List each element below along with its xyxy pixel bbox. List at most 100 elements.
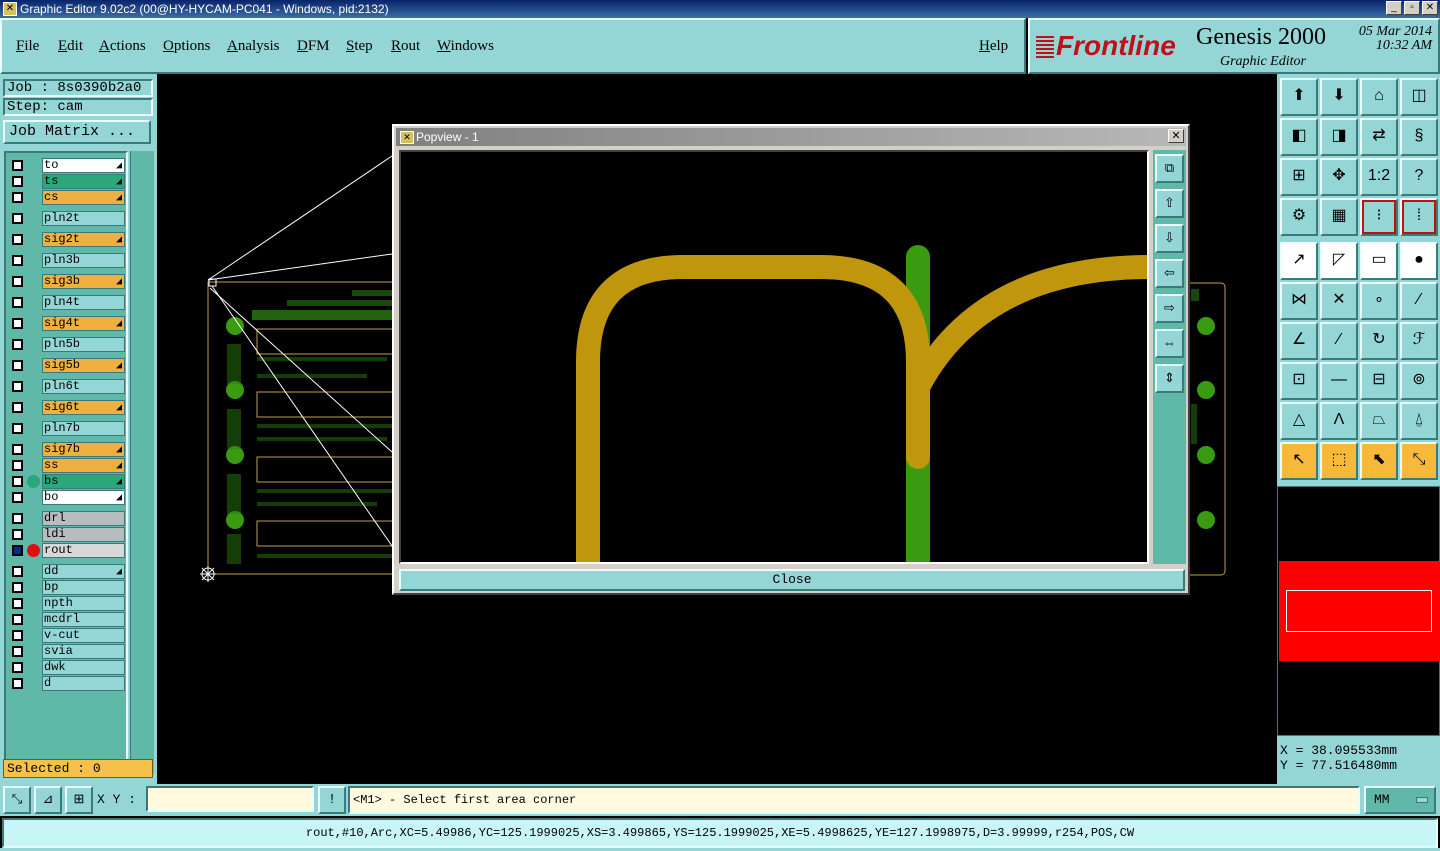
layer-checkbox[interactable]: [12, 381, 23, 392]
popview-title-bar[interactable]: ✕ Popview - 1: [396, 128, 1186, 146]
layer-row[interactable]: dwk: [8, 660, 126, 675]
layer-checkbox[interactable]: [12, 545, 23, 556]
trapezoid-icon[interactable]: ⏢: [1360, 402, 1398, 440]
layer-menu-icon[interactable]: ◢: [116, 444, 122, 457]
layer-checkbox[interactable]: [12, 529, 23, 540]
layer-menu-icon[interactable]: ◢: [116, 234, 122, 247]
layer-name[interactable]: drl: [42, 511, 125, 526]
snap-grid-icon[interactable]: ⊞: [65, 786, 93, 814]
layer-name[interactable]: pln3b: [42, 253, 125, 268]
info-icon[interactable]: ◸: [1320, 242, 1358, 280]
xy-input[interactable]: [146, 786, 314, 812]
zoom-fit-icon[interactable]: ⊞: [1280, 158, 1318, 196]
ratio-icon[interactable]: 1:2: [1360, 158, 1398, 196]
layer-name[interactable]: ldi: [42, 527, 125, 542]
pointed-icon[interactable]: Λ: [1320, 402, 1358, 440]
popview-zoom-out-icon[interactable]: ⇩: [1155, 224, 1184, 253]
select-path-icon[interactable]: ⤡: [1400, 442, 1438, 480]
layer-row[interactable]: pln3b: [8, 253, 126, 268]
select-area-icon[interactable]: ⬉: [1360, 442, 1398, 480]
layer-row[interactable]: pln5b: [8, 337, 126, 352]
menu-windows[interactable]: Windows: [437, 38, 494, 55]
layer-checkbox[interactable]: [12, 566, 23, 577]
layer-row[interactable]: bo ◢: [8, 490, 126, 505]
layer-name[interactable]: dwk: [42, 660, 125, 675]
layer-row[interactable]: cs ◢: [8, 190, 126, 205]
layer-row[interactable]: ss ◢: [8, 458, 126, 473]
popview-zoom-window-icon[interactable]: ⧉: [1155, 154, 1184, 183]
maximize-button[interactable]: ▫: [1404, 1, 1420, 15]
layer-checkbox[interactable]: [12, 318, 23, 329]
layer-row[interactable]: sig7b ◢: [8, 442, 126, 457]
layer-name[interactable]: npth: [42, 596, 125, 611]
layer-menu-icon[interactable]: ◢: [116, 276, 122, 289]
select-pointer-icon[interactable]: ↖: [1280, 442, 1318, 480]
strike-icon[interactable]: ⍙: [1400, 402, 1438, 440]
layer-name[interactable]: pln5b: [42, 337, 125, 352]
popview-close-button[interactable]: Close: [399, 569, 1185, 591]
snap-icon[interactable]: ⁞: [1400, 198, 1438, 236]
cut-icon[interactable]: ✕: [1320, 282, 1358, 320]
grid-icon[interactable]: ▦: [1320, 198, 1358, 236]
layer-row[interactable]: sig5b ◢: [8, 358, 126, 373]
layer-menu-icon[interactable]: ◢: [116, 160, 122, 173]
layer-name[interactable]: sig5b ◢: [42, 358, 125, 373]
layer-name[interactable]: dd ◢: [42, 564, 125, 579]
menu-actions[interactable]: Actions: [99, 38, 146, 55]
overview-view-frame[interactable]: [1286, 590, 1432, 632]
layer-row[interactable]: drl: [8, 511, 126, 526]
popview-zoom-in-icon[interactable]: ⇧: [1155, 189, 1184, 218]
layer-menu-icon[interactable]: ◢: [116, 476, 122, 489]
layer-checkbox[interactable]: [12, 646, 23, 657]
menu-options[interactable]: Options: [163, 38, 211, 55]
layer-checkbox[interactable]: [12, 492, 23, 503]
layer-menu-icon[interactable]: ◢: [116, 460, 122, 473]
popview-close-icon[interactable]: ✕: [1168, 129, 1184, 143]
units-select[interactable]: MM: [1364, 786, 1436, 814]
layer-row[interactable]: sig6t ◢: [8, 400, 126, 415]
popview-canvas[interactable]: [399, 150, 1149, 564]
triangle-icon[interactable]: △: [1280, 402, 1318, 440]
layer-menu-icon[interactable]: ◢: [116, 360, 122, 373]
zoom-all-icon[interactable]: ✥: [1320, 158, 1358, 196]
layer-name[interactable]: sig2t ◢: [42, 232, 125, 247]
popview-fit-horizontal-icon[interactable]: ⇔: [1155, 329, 1184, 358]
layer-checkbox[interactable]: [12, 402, 23, 413]
layer-checkbox[interactable]: [12, 176, 23, 187]
popview-pan-right-icon[interactable]: ⇨: [1155, 294, 1184, 323]
close-window-button[interactable]: ✕: [1422, 1, 1438, 15]
ruler-icon[interactable]: ▭: [1360, 242, 1398, 280]
layer-checkbox[interactable]: [12, 662, 23, 673]
layer-checkbox[interactable]: [12, 297, 23, 308]
layer-checkbox[interactable]: [12, 614, 23, 625]
layer-row[interactable]: sig3b ◢: [8, 274, 126, 289]
layer-name[interactable]: ts ◢: [42, 174, 125, 189]
layer-name[interactable]: pln6t: [42, 379, 125, 394]
layer-menu-icon[interactable]: ◢: [116, 402, 122, 415]
minimize-button[interactable]: _: [1386, 1, 1402, 15]
layer-menu-icon[interactable]: ◢: [116, 176, 122, 189]
menu-file[interactable]: File: [16, 38, 39, 55]
layer-name[interactable]: mcdrl: [42, 612, 125, 627]
feature-icon[interactable]: ●: [1400, 242, 1438, 280]
layer-row[interactable]: npth: [8, 596, 126, 611]
add-pad-icon[interactable]: ∘: [1360, 282, 1398, 320]
layer-checkbox[interactable]: [12, 598, 23, 609]
layer-checkbox[interactable]: [12, 255, 23, 266]
pan-left-icon[interactable]: ◧: [1280, 118, 1318, 156]
pan-right-icon[interactable]: ◨: [1320, 118, 1358, 156]
layer-name[interactable]: sig7b ◢: [42, 442, 125, 457]
layer-row[interactable]: to ◢: [8, 158, 126, 173]
layer-checkbox[interactable]: [12, 444, 23, 455]
help-icon[interactable]: ?: [1400, 158, 1438, 196]
connect-icon[interactable]: ⋈: [1280, 282, 1318, 320]
layer-checkbox[interactable]: [12, 160, 23, 171]
layer-row[interactable]: v-cut: [8, 628, 126, 643]
add-line-icon[interactable]: ∕: [1400, 282, 1438, 320]
measure-angle-icon[interactable]: ⊿: [34, 786, 62, 814]
layer-name[interactable]: sig3b ◢: [42, 274, 125, 289]
overview-map[interactable]: [1277, 486, 1440, 736]
layer-name[interactable]: to ◢: [42, 158, 125, 173]
layer-checkbox[interactable]: [12, 192, 23, 203]
menu-step[interactable]: Step: [346, 38, 373, 55]
